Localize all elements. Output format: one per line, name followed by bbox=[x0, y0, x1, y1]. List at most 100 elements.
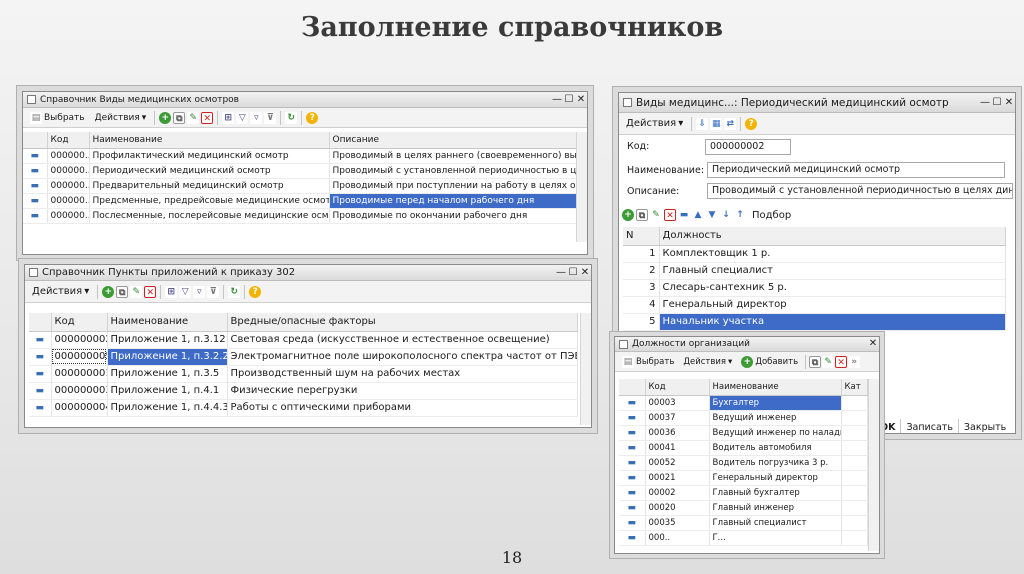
table-row[interactable]: ▬ 000.. Г... bbox=[619, 530, 868, 546]
table-row[interactable]: ▬000000...Профилактический медицинский о… bbox=[23, 148, 579, 164]
copy-icon[interactable]: ⧉ bbox=[809, 355, 822, 368]
close-button[interactable]: ✕ bbox=[575, 93, 587, 107]
add-icon[interactable]: + bbox=[102, 285, 115, 298]
more-icon[interactable]: » bbox=[848, 355, 861, 368]
column-category[interactable]: Кат bbox=[841, 379, 868, 396]
refresh-icon[interactable]: ↻ bbox=[285, 111, 298, 124]
copy-icon[interactable]: ⧉ bbox=[173, 111, 186, 124]
selection-button[interactable]: Подбор bbox=[748, 208, 795, 223]
table-row[interactable]: ▬000000...Периодический медицинский осмо… bbox=[23, 163, 579, 179]
filter-icon[interactable]: ▽ bbox=[179, 285, 192, 298]
column-code[interactable]: Код bbox=[47, 132, 90, 149]
table-row[interactable]: ▬ 00036 Ведущий инженер по наладк... bbox=[619, 425, 868, 441]
sort-descending-icon[interactable]: ↑ bbox=[734, 209, 746, 221]
minimize-button[interactable]: — bbox=[551, 93, 563, 107]
actions-menu[interactable]: Действия ▾ bbox=[622, 116, 687, 131]
table-row[interactable]: ▬000000...Предварительный медицинский ос… bbox=[23, 178, 579, 194]
hierarchy-icon[interactable]: ⊞ bbox=[165, 285, 178, 298]
table-row[interactable]: ▬ 00002 Главный бухгалтер bbox=[619, 485, 868, 501]
add-icon[interactable]: + bbox=[622, 209, 634, 221]
delete-icon[interactable]: ✕ bbox=[664, 209, 676, 221]
code-field[interactable]: 000000002 bbox=[705, 139, 791, 155]
maximize-button[interactable]: ☐ bbox=[563, 93, 575, 107]
clear-filter-icon[interactable]: ⊽ bbox=[207, 285, 220, 298]
close-form-button[interactable]: Закрыть bbox=[957, 419, 1011, 433]
column-position[interactable]: Должность bbox=[659, 227, 1006, 246]
close-button[interactable]: ✕ bbox=[579, 266, 591, 280]
help-icon[interactable]: ? bbox=[306, 111, 319, 124]
save-to-icon[interactable]: ⇩ bbox=[696, 117, 709, 130]
move-down-icon[interactable]: ▼ bbox=[706, 209, 718, 221]
column-name[interactable]: Наименование bbox=[709, 379, 842, 396]
table-row[interactable]: ▬ 00052 Водитель погрузчика 3 р. bbox=[619, 455, 868, 471]
table-row-selected[interactable]: ▬ 000000005 Приложение 1, п.3.2.2.4 Электро… bbox=[29, 348, 578, 366]
sort-ascending-icon[interactable]: ↓ bbox=[720, 209, 732, 221]
filter-dropdown-icon[interactable]: ▿ bbox=[250, 111, 263, 124]
copy-icon[interactable]: ⧉ bbox=[636, 209, 648, 221]
table-row[interactable]: ▬ 000000003 Приложение 1, п.4.1 Физические … bbox=[29, 382, 578, 400]
minimize-button[interactable]: — bbox=[979, 96, 991, 110]
edit-icon[interactable]: ✎ bbox=[650, 209, 662, 221]
actions-menu[interactable]: Действия ▾ bbox=[679, 355, 736, 369]
filter-dropdown-icon[interactable]: ▿ bbox=[193, 285, 206, 298]
table-row[interactable]: 1 Комплектовщик 1 р. bbox=[623, 245, 1006, 263]
vertical-scrollbar[interactable] bbox=[576, 132, 587, 242]
column-description[interactable]: Описание bbox=[329, 132, 579, 149]
table-row[interactable]: ▬ 000000001 Приложение 1, п.3.5 Производств… bbox=[29, 365, 578, 383]
maximize-button[interactable]: ☐ bbox=[991, 96, 1003, 110]
table-row[interactable]: ▬000000...Послесменные, послерейсовые ме… bbox=[23, 208, 579, 224]
maximize-button[interactable]: ☐ bbox=[567, 266, 579, 280]
table-row[interactable]: ▬ 000000004 Приложение 1, п.4.4.3 Работы с … bbox=[29, 399, 578, 417]
move-up-icon[interactable]: ▲ bbox=[692, 209, 704, 221]
table-row-selected[interactable]: ▬000000...Предсменные, предрейсовые меди… bbox=[23, 193, 579, 209]
column-name[interactable]: Наименование bbox=[107, 313, 228, 332]
save-button[interactable]: Записать bbox=[900, 419, 957, 433]
filter-icon[interactable]: ▽ bbox=[236, 111, 249, 124]
table-row-selected[interactable]: 5 Начальник участка bbox=[623, 313, 1006, 331]
close-button[interactable]: ✕ bbox=[867, 337, 879, 351]
close-button[interactable]: ✕ bbox=[1003, 96, 1015, 110]
edit-icon[interactable]: ✎ bbox=[822, 355, 835, 368]
column-number[interactable]: N bbox=[623, 227, 660, 246]
edit-icon[interactable]: ✎ bbox=[130, 285, 143, 298]
select-button[interactable]: ▤ Выбрать bbox=[618, 354, 678, 370]
column-name[interactable]: Наименование bbox=[89, 132, 330, 149]
description-field[interactable]: Проводимый с установленной периодичность… bbox=[707, 183, 1013, 199]
table-row[interactable]: ▬ 00035 Главный специалист bbox=[619, 515, 868, 531]
actions-menu[interactable]: Действия ▾ bbox=[28, 284, 93, 299]
row-marker-icon: ▬ bbox=[23, 193, 48, 209]
minimize-button[interactable]: — bbox=[555, 266, 567, 280]
name-field[interactable]: Периодический медицинский осмотр bbox=[707, 162, 1005, 178]
table-row[interactable]: ▬ 00020 Главный инженер bbox=[619, 500, 868, 516]
table-row[interactable]: ▬ 00041 Водитель автомобиля bbox=[619, 440, 868, 456]
end-edit-icon[interactable]: ▬ bbox=[678, 209, 690, 221]
hierarchy-icon[interactable]: ⊞ bbox=[222, 111, 235, 124]
table-row[interactable]: ▬ 000000002 Приложение 1, п.3.12 Световая с… bbox=[29, 331, 578, 349]
column-factors[interactable]: Вредные/опасные факторы bbox=[227, 313, 578, 332]
vertical-scrollbar[interactable] bbox=[868, 379, 879, 551]
delete-icon[interactable]: ✕ bbox=[201, 111, 214, 124]
actions-menu[interactable]: Действия ▾ bbox=[91, 111, 151, 125]
calendar-icon[interactable]: ▦ bbox=[710, 117, 723, 130]
delete-icon[interactable]: ✕ bbox=[835, 355, 848, 368]
table-row[interactable]: 4 Генеральный директор bbox=[623, 296, 1006, 314]
refresh-icon[interactable]: ↻ bbox=[228, 285, 241, 298]
table-row[interactable]: 3 Слесарь-сантехник 5 р. bbox=[623, 279, 1006, 297]
help-icon[interactable]: ? bbox=[249, 285, 262, 298]
edit-icon[interactable]: ✎ bbox=[187, 111, 200, 124]
select-button[interactable]: ▤ Выбрать bbox=[26, 110, 89, 126]
table-row[interactable]: 2 Главный специалист bbox=[623, 262, 1006, 280]
table-row[interactable]: ▬ 00037 Ведущий инженер bbox=[619, 410, 868, 426]
clear-filter-icon[interactable]: ⊽ bbox=[264, 111, 277, 124]
table-row[interactable]: ▬ 00021 Генеральный директор bbox=[619, 470, 868, 486]
transfer-icon[interactable]: ⇄ bbox=[724, 117, 737, 130]
table-row-selected[interactable]: ▬ 00003 Бухгалтер bbox=[619, 395, 868, 411]
column-code[interactable]: Код bbox=[51, 313, 108, 332]
column-code[interactable]: Код bbox=[645, 379, 710, 396]
add-button[interactable]: + Добавить bbox=[737, 354, 802, 370]
copy-icon[interactable]: ⧉ bbox=[116, 285, 129, 298]
vertical-scrollbar[interactable] bbox=[580, 313, 591, 425]
add-icon[interactable]: + bbox=[159, 111, 172, 124]
help-icon[interactable]: ? bbox=[745, 117, 758, 130]
delete-icon[interactable]: ✕ bbox=[144, 285, 157, 298]
